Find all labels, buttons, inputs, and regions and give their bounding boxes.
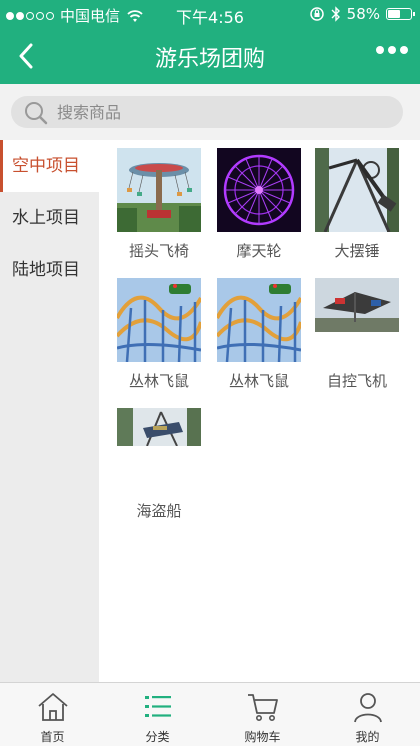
product-grid: 摇头飞椅 摩天轮 大摆锤 丛林飞鼠 丛林飞鼠 自控飞机 海盗船 <box>99 140 420 682</box>
product-card[interactable]: 丛林飞鼠 <box>209 278 309 391</box>
pendulum-ride-photo <box>315 148 399 232</box>
product-name: 摇头飞椅 <box>128 242 189 260</box>
home-icon <box>36 690 70 724</box>
more-dot <box>388 46 396 54</box>
roller-coaster-photo <box>217 278 301 362</box>
list-icon <box>141 690 175 724</box>
sidebar-item-air-rides[interactable]: 空中项目 <box>0 140 99 192</box>
roller-coaster-photo <box>117 278 201 362</box>
battery-icon <box>386 8 415 20</box>
tab-profile[interactable]: 我的 <box>315 683 420 746</box>
page-title: 游乐场团购 <box>154 47 265 72</box>
navigation-bar: 游乐场团购 <box>0 28 420 84</box>
search-icon <box>25 102 48 125</box>
orientation-lock-icon <box>309 7 324 21</box>
product-name: 自控飞机 <box>326 372 387 390</box>
tab-label: 首页 <box>40 730 65 744</box>
tab-home[interactable]: 首页 <box>0 683 105 746</box>
product-card[interactable]: 海盗船 <box>109 408 209 521</box>
search-box[interactable] <box>11 96 403 128</box>
search-bar-container <box>0 84 420 140</box>
pirate-ship-photo <box>117 408 201 446</box>
product-name: 丛林飞鼠 <box>228 372 289 390</box>
tab-cart[interactable]: 购物车 <box>210 683 315 746</box>
tab-label: 购物车 <box>244 730 281 744</box>
product-card[interactable]: 摩天轮 <box>209 148 309 261</box>
product-card[interactable]: 丛林飞鼠 <box>109 278 209 391</box>
swing-ride-photo <box>117 148 201 232</box>
user-icon <box>351 690 385 724</box>
product-card[interactable]: 摇头飞椅 <box>109 148 209 261</box>
product-name: 摩天轮 <box>236 242 282 260</box>
product-card[interactable]: 大摆锤 <box>307 148 407 261</box>
cart-icon <box>246 690 280 724</box>
plane-ride-photo <box>315 278 399 332</box>
product-name: 大摆锤 <box>334 242 380 260</box>
sidebar-item-land-rides[interactable]: 陆地项目 <box>0 244 99 296</box>
more-options-button[interactable] <box>376 46 408 54</box>
product-name: 丛林飞鼠 <box>128 372 189 390</box>
tab-categories[interactable]: 分类 <box>105 683 210 746</box>
more-dot <box>400 46 408 54</box>
bluetooth-icon <box>331 6 340 22</box>
category-sidebar: 空中项目 水上项目 陆地项目 <box>0 140 99 682</box>
ferris-wheel-photo <box>217 148 301 232</box>
status-bar: 中国电信 下午4:56 58% <box>0 0 420 28</box>
tab-label: 我的 <box>355 730 380 744</box>
tab-label: 分类 <box>145 730 170 744</box>
battery-percent: 58% <box>346 5 380 23</box>
search-input[interactable] <box>57 99 377 125</box>
sidebar-item-water-rides[interactable]: 水上项目 <box>0 192 99 244</box>
status-right: 58% <box>309 5 415 23</box>
more-dot <box>376 46 384 54</box>
product-name: 海盗船 <box>136 502 182 520</box>
product-card[interactable]: 自控飞机 <box>307 278 407 391</box>
bottom-tab-bar: 首页 分类 购物车 我的 <box>0 682 420 746</box>
